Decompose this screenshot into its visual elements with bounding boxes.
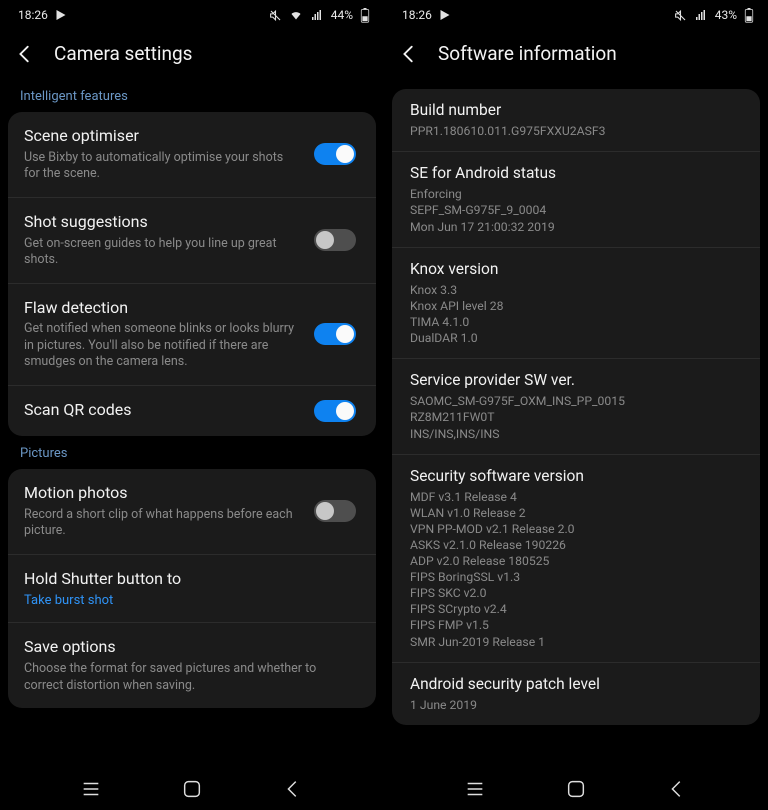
nav-recents-icon[interactable] [80,778,102,800]
toggle-flaw-detection[interactable] [314,323,356,345]
setting-title: Shot suggestions [24,212,300,233]
setting-subtitle: Record a short clip of what happens befo… [24,507,300,540]
status-battery-pct: 43% [715,8,737,22]
row-build-number[interactable]: Build number PPR1.180610.011.G975FXXU2AS… [392,89,760,152]
setting-title: Scan QR codes [24,400,300,421]
row-security-patch-level[interactable]: Android security patch level 1 June 2019 [392,663,760,725]
info-detail: Enforcing SEPF_SM-G975F_9_0004 Mon Jun 1… [410,186,742,234]
setting-subtitle: Use Bixby to automatically optimise your… [24,150,300,183]
play-store-icon [439,9,451,21]
card-intelligent-features: Scene optimiser Use Bixby to automatical… [8,112,376,436]
setting-title: Save options [24,637,356,658]
row-scan-qr-codes[interactable]: Scan QR codes [8,386,376,436]
status-bar: 18:26 43% [384,0,768,30]
mute-icon [674,9,687,22]
battery-icon [744,8,754,23]
battery-icon [360,8,370,23]
page-title: Software information [438,42,617,65]
phone-camera-settings: 18:26 44% Camera settings Intelligent fe… [0,0,384,810]
nav-bar [0,768,384,810]
screen-header: Software information [384,30,768,79]
row-se-for-android[interactable]: SE for Android status Enforcing SEPF_SM-… [392,152,760,247]
info-detail: PPR1.180610.011.G975FXXU2ASF3 [410,123,742,139]
setting-subtitle: Get notified when someone blinks or look… [24,321,300,371]
row-motion-photos[interactable]: Motion photos Record a short clip of wha… [8,469,376,555]
nav-bar [384,768,768,810]
signal-icon [310,9,324,21]
status-time: 18:26 [18,8,48,22]
row-shot-suggestions[interactable]: Shot suggestions Get on-screen guides to… [8,198,376,284]
page-title: Camera settings [54,42,192,65]
info-detail: Knox 3.3 Knox API level 28 TIMA 4.1.0 Du… [410,282,742,346]
info-title: Security software version [410,466,742,486]
settings-scroll[interactable]: Intelligent features Scene optimiser Use… [0,79,384,768]
toggle-motion-photos[interactable] [314,500,356,522]
info-title: SE for Android status [410,163,742,183]
row-scene-optimiser[interactable]: Scene optimiser Use Bixby to automatical… [8,112,376,198]
row-security-software-version[interactable]: Security software version MDF v3.1 Relea… [392,455,760,663]
setting-value: Take burst shot [24,593,356,608]
toggle-scene-optimiser[interactable] [314,143,356,165]
nav-back-icon[interactable] [282,778,304,800]
info-title: Service provider SW ver. [410,370,742,390]
wifi-icon [289,9,303,21]
back-icon[interactable] [398,43,420,65]
card-software-info: Build number PPR1.180610.011.G975FXXU2AS… [392,89,760,725]
nav-back-icon[interactable] [666,778,688,800]
setting-title: Scene optimiser [24,126,300,147]
screen-header: Camera settings [0,30,384,79]
row-flaw-detection[interactable]: Flaw detection Get notified when someone… [8,284,376,386]
status-bar: 18:26 44% [0,0,384,30]
info-title: Knox version [410,259,742,279]
toggle-scan-qr[interactable] [314,400,356,422]
info-detail: MDF v3.1 Release 4 WLAN v1.0 Release 2 V… [410,489,742,650]
status-battery-pct: 44% [331,8,353,22]
nav-home-icon[interactable] [181,778,203,800]
info-scroll[interactable]: Build number PPR1.180610.011.G975FXXU2AS… [384,79,768,768]
info-detail: 1 June 2019 [410,697,742,713]
setting-title: Hold Shutter button to [24,569,356,590]
setting-subtitle: Choose the format for saved pictures and… [24,661,356,694]
info-title: Build number [410,100,742,120]
section-header-pictures: Pictures [0,436,384,469]
section-header-intelligent: Intelligent features [0,79,384,112]
toggle-shot-suggestions[interactable] [314,229,356,251]
setting-subtitle: Get on-screen guides to help you line up… [24,236,300,269]
info-title: Android security patch level [410,674,742,694]
nav-home-icon[interactable] [565,778,587,800]
phone-software-info: 18:26 43% Software information Build num… [384,0,768,810]
row-service-provider-sw[interactable]: Service provider SW ver. SAOMC_SM-G975F_… [392,359,760,454]
back-icon[interactable] [14,43,36,65]
row-save-options[interactable]: Save options Choose the format for saved… [8,623,376,708]
signal-icon [694,9,708,21]
row-knox-version[interactable]: Knox version Knox 3.3 Knox API level 28 … [392,248,760,360]
status-time: 18:26 [402,8,432,22]
info-detail: SAOMC_SM-G975F_OXM_INS_PP_0015 RZ8M211FW… [410,393,742,441]
nav-recents-icon[interactable] [464,778,486,800]
mute-icon [269,9,282,22]
card-pictures: Motion photos Record a short clip of wha… [8,469,376,708]
setting-title: Motion photos [24,483,300,504]
play-store-icon [55,9,67,21]
row-hold-shutter[interactable]: Hold Shutter button to Take burst shot [8,555,376,624]
setting-title: Flaw detection [24,298,300,319]
